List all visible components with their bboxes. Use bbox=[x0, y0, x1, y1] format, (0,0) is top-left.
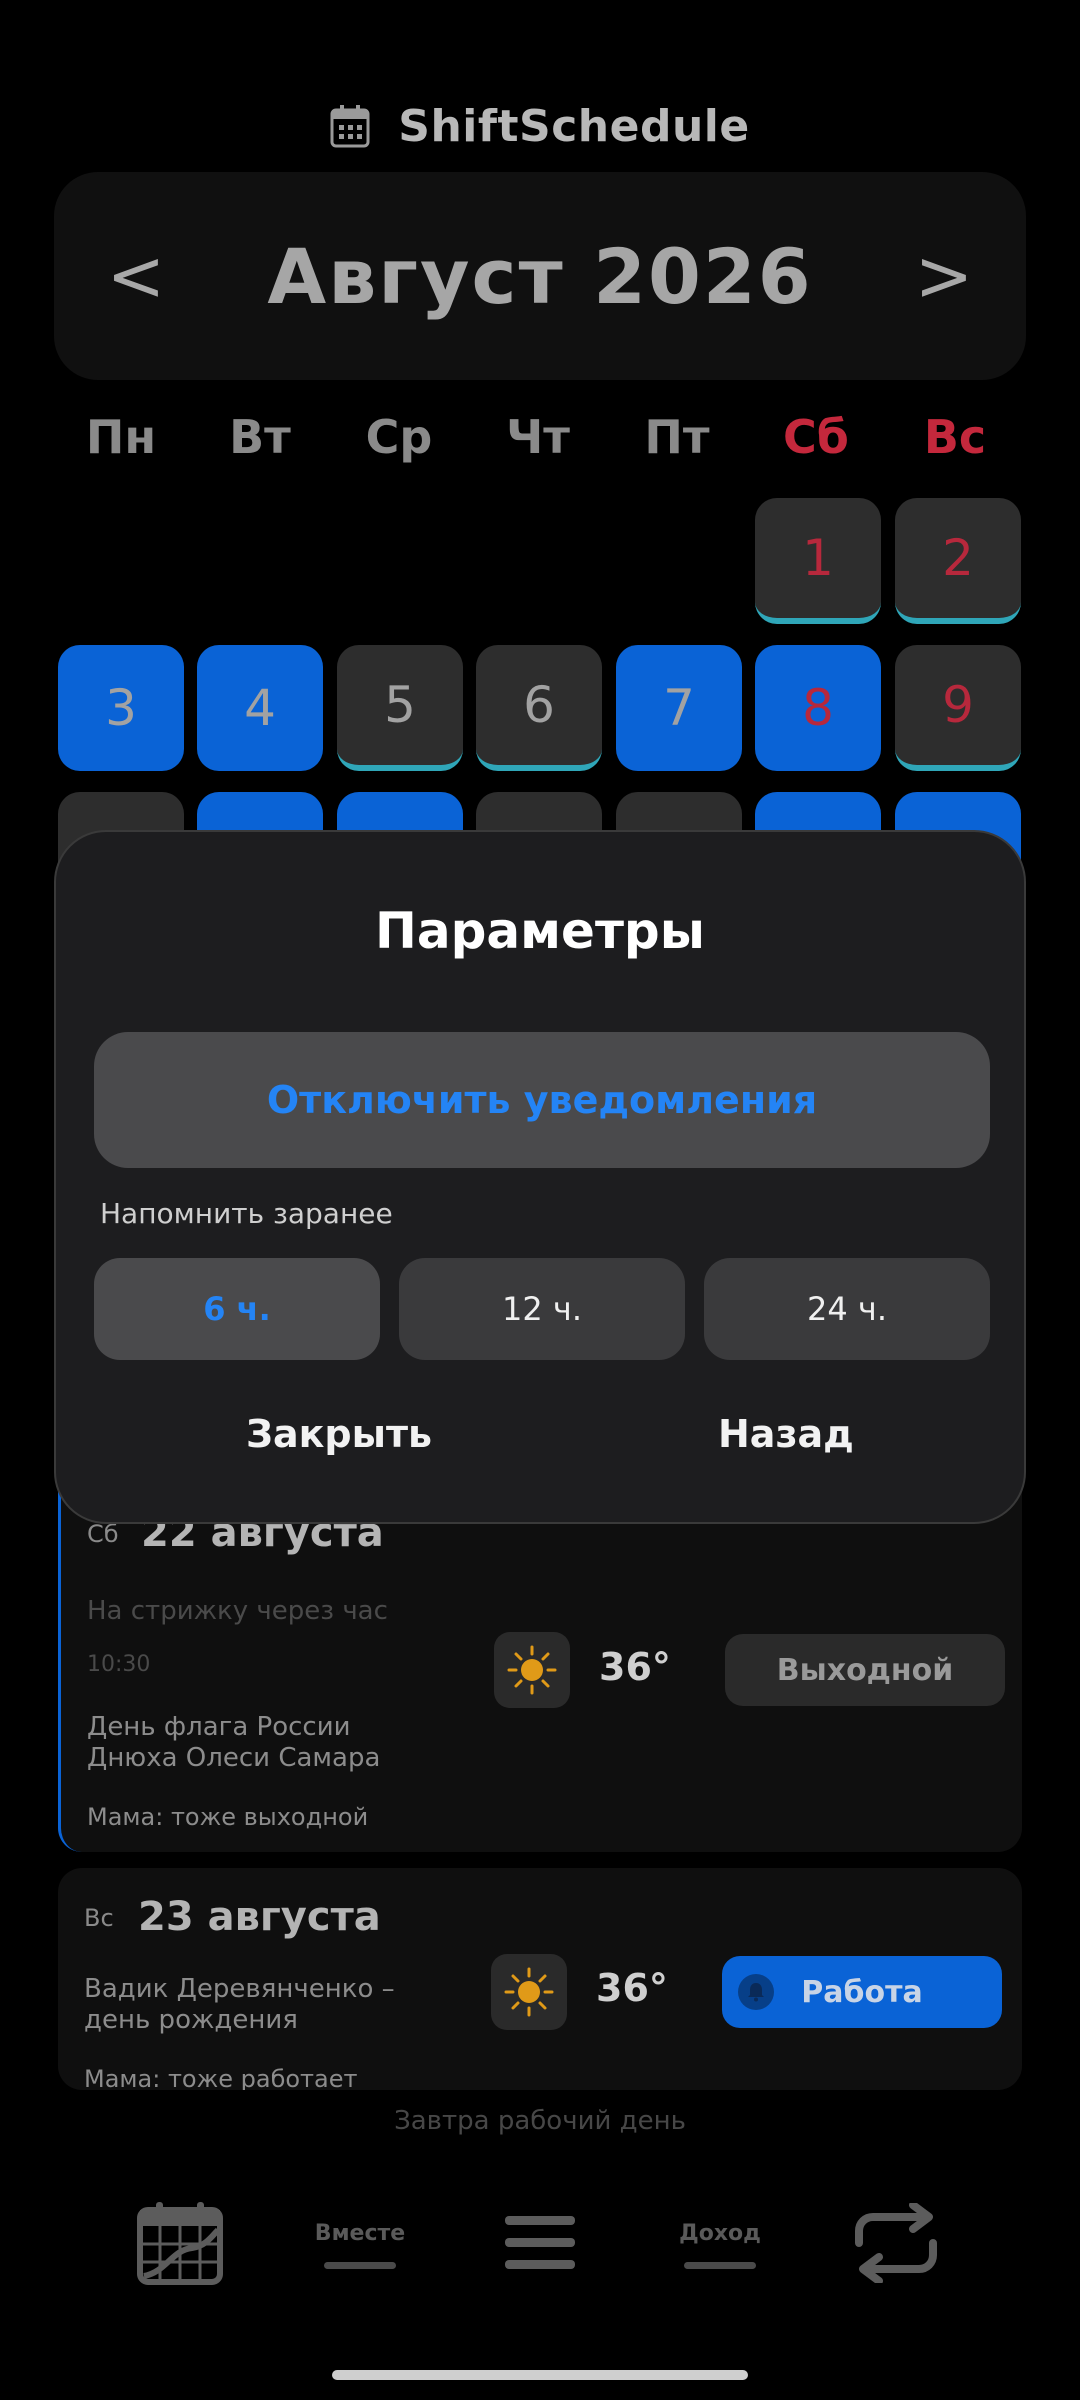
weekday-sun: Вс bbox=[923, 410, 987, 464]
remind-option-6h[interactable]: 6 ч. bbox=[94, 1258, 380, 1360]
status-label: Работа bbox=[801, 1974, 923, 2010]
card-note: Мама: тоже выходной bbox=[87, 1803, 369, 1831]
bell-icon bbox=[738, 1974, 774, 2010]
weekday-header: Пн Вт Ср Чт Пт Сб Вс bbox=[58, 410, 1022, 470]
card-note: Мама: тоже работает bbox=[84, 2065, 358, 2090]
weekday-thu: Чт bbox=[506, 410, 570, 464]
weekday-mon: Пн bbox=[85, 410, 157, 464]
card-date: 23 августа bbox=[138, 1894, 381, 1940]
month-title: Август 2026 bbox=[267, 231, 813, 321]
card-weekday: Вс bbox=[84, 1904, 114, 1932]
nav-indicator bbox=[684, 2262, 756, 2269]
nav-menu[interactable] bbox=[498, 2190, 582, 2300]
card-event: Вадик Деревянченко – bbox=[84, 1974, 395, 2004]
nav-income[interactable]: Доход bbox=[660, 2190, 780, 2300]
nav-income-label: Доход bbox=[679, 2221, 761, 2246]
repeat-icon bbox=[849, 2201, 943, 2287]
back-button[interactable]: Назад bbox=[718, 1412, 854, 1456]
card-temperature: 36° bbox=[599, 1645, 671, 1689]
nav-indicator bbox=[324, 2262, 396, 2269]
weekday-tue: Вт bbox=[229, 410, 291, 464]
day-cell[interactable]: 2 bbox=[895, 498, 1021, 624]
weekday-wed: Ср bbox=[365, 410, 433, 464]
bottom-navigation: Вместе Доход bbox=[0, 2190, 1080, 2300]
day-cell[interactable]: 1 bbox=[755, 498, 881, 624]
card-event: Днюха Олеси Самара bbox=[87, 1743, 381, 1773]
weekday-sat: Сб bbox=[783, 410, 849, 464]
tomorrow-hint: Завтра рабочий день bbox=[394, 2106, 686, 2136]
home-indicator[interactable] bbox=[332, 2370, 748, 2380]
status-button[interactable]: Выходной bbox=[725, 1634, 1005, 1706]
sun-icon bbox=[494, 1632, 570, 1708]
day-cell[interactable]: 7 bbox=[616, 645, 742, 771]
day-cell[interactable]: 5 bbox=[337, 645, 463, 771]
remind-option-12h[interactable]: 12 ч. bbox=[399, 1258, 685, 1360]
nav-calendar[interactable] bbox=[130, 2190, 230, 2300]
card-time: 10:30 bbox=[87, 1652, 151, 1677]
card-weekday: Сб bbox=[87, 1520, 119, 1548]
hamburger-menu-icon bbox=[503, 2214, 577, 2276]
card-reminder: На стрижку через час bbox=[87, 1596, 388, 1626]
app-title: ShiftSchedule bbox=[398, 100, 750, 152]
day-cell[interactable]: 8 bbox=[755, 645, 881, 771]
next-month-button[interactable]: > bbox=[884, 172, 1004, 380]
card-event: День флага России bbox=[87, 1712, 351, 1742]
nav-together-label: Вместе bbox=[314, 2221, 406, 2246]
day-cell[interactable]: 9 bbox=[895, 645, 1021, 771]
calendar-chart-icon bbox=[136, 2200, 224, 2290]
status-button[interactable]: Работа bbox=[722, 1956, 1002, 2028]
month-selector: < Август 2026 > bbox=[54, 172, 1026, 380]
card-temperature: 36° bbox=[596, 1966, 668, 2010]
nav-sync[interactable] bbox=[846, 2190, 946, 2300]
card-event: день рождения bbox=[84, 2005, 298, 2035]
weekday-fri: Пт bbox=[644, 410, 710, 464]
calendar-icon bbox=[330, 104, 370, 148]
remind-option-24h[interactable]: 24 ч. bbox=[704, 1258, 990, 1360]
remind-in-advance-label: Напомнить заранее bbox=[100, 1197, 393, 1230]
close-button[interactable]: Закрыть bbox=[246, 1412, 432, 1456]
day-cell[interactable]: 6 bbox=[476, 645, 602, 771]
dialog-title: Параметры bbox=[375, 902, 705, 960]
nav-together[interactable]: Вместе bbox=[300, 2190, 420, 2300]
day-card-sun[interactable]: Вс 23 августа Вадик Деревянченко – день … bbox=[58, 1868, 1022, 2090]
day-cell[interactable]: 3 bbox=[58, 645, 184, 771]
app-header: ShiftSchedule bbox=[0, 96, 1080, 156]
day-cell[interactable]: 4 bbox=[197, 645, 323, 771]
sun-icon bbox=[491, 1954, 567, 2030]
disable-notifications-button[interactable]: Отключить уведомления bbox=[94, 1032, 990, 1168]
settings-dialog: Параметры Отключить уведомления Напомнит… bbox=[54, 830, 1026, 1524]
